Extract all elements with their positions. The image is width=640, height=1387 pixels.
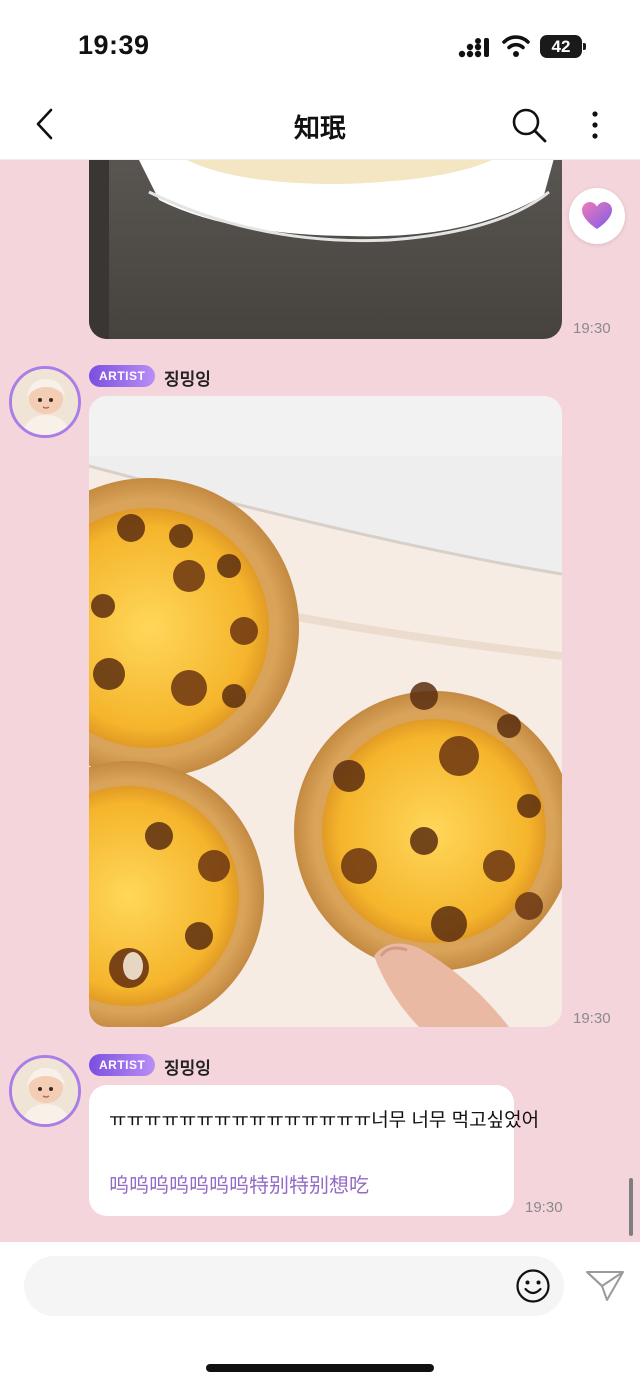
message-translation: 呜呜呜呜呜呜呜特别特别想吃 <box>109 1175 369 1197</box>
message-timestamp: 19:30 <box>525 1199 563 1216</box>
send-icon[interactable] <box>585 1268 625 1304</box>
sender-name: 징밍잉 <box>164 370 211 389</box>
heart-icon <box>582 202 612 229</box>
chat-photo[interactable] <box>89 396 562 1027</box>
cellular-signal-icon <box>458 38 489 58</box>
tart-bowl-photo <box>89 160 562 339</box>
message-timestamp: 19:30 <box>573 1010 611 1027</box>
status-bar: 19:39 42 <box>0 0 640 92</box>
battery-level: 42 <box>540 35 582 58</box>
egg-tarts-photo <box>89 396 562 1027</box>
status-time: 19:39 <box>78 30 150 60</box>
scrollbar[interactable] <box>629 1178 633 1236</box>
chat-header: 知珉 <box>0 92 640 160</box>
message-input[interactable] <box>24 1256 564 1316</box>
chat-messages: 19:30 ARTIST 징밍잉 19:30 ARTIST 징밍잉 ㅠㅠㅠㅠㅠㅠ… <box>0 160 640 1242</box>
sender-name: 징밍잉 <box>164 1059 211 1078</box>
heart-button[interactable] <box>569 188 625 244</box>
home-indicator <box>206 1364 434 1372</box>
wifi-icon <box>502 35 530 57</box>
more-icon[interactable] <box>588 106 602 144</box>
emoji-icon[interactable] <box>515 1268 551 1304</box>
artist-badge: ARTIST <box>89 365 156 387</box>
chat-photo[interactable] <box>89 160 562 339</box>
battery-icon: 42 <box>540 35 586 58</box>
input-bar <box>0 1242 640 1387</box>
message-text: ㅠㅠㅠㅠㅠㅠㅠㅠㅠㅠㅠㅠㅠㅠㅠ너무 너무 먹고싶었어 <box>109 1110 540 1131</box>
artist-avatar[interactable] <box>9 1055 81 1127</box>
message-bubble[interactable]: ㅠㅠㅠㅠㅠㅠㅠㅠㅠㅠㅠㅠㅠㅠㅠ너무 너무 먹고싶었어 呜呜呜呜呜呜呜特别特别想吃 <box>89 1085 539 1216</box>
artist-badge: ARTIST <box>89 1054 156 1076</box>
message-timestamp: 19:30 <box>573 320 611 337</box>
search-icon[interactable] <box>510 106 548 144</box>
artist-avatar[interactable] <box>9 366 81 438</box>
